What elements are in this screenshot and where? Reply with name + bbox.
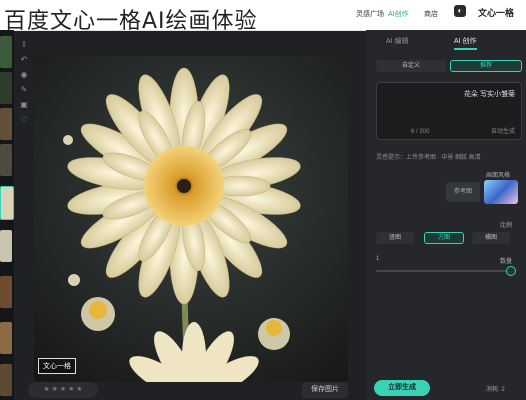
eye-icon[interactable]: ◉ <box>19 70 29 80</box>
history-thumbnail[interactable] <box>0 322 12 354</box>
credit-cost: 消耗: 2 <box>486 387 505 393</box>
count-value: 1 <box>376 256 380 262</box>
top-bar: 百度文心一格AI绘画体验 灵感广场 AI创作 商店 ◐ 文心一格 <box>0 0 526 34</box>
history-thumbnail[interactable] <box>0 72 12 104</box>
undo-icon[interactable]: ↶ <box>19 55 29 65</box>
nav-item-create[interactable]: AI创作 <box>388 9 409 19</box>
history-thumbnail-rail <box>0 30 14 400</box>
mode-switch: 推荐 自定义 <box>376 60 522 72</box>
ratio-square-button[interactable]: 方图 <box>424 232 464 244</box>
count-slider-thumb[interactable] <box>506 266 516 276</box>
history-thumbnail[interactable] <box>0 36 12 68</box>
prompt-auto-label[interactable]: 自动生成 <box>491 126 515 135</box>
edit-icon[interactable]: ✎ <box>19 85 29 95</box>
panel-tabs: AI 创作 AI 编辑 <box>376 34 520 50</box>
prompt-text: 花朵 写实小雏菊 <box>464 91 515 98</box>
brand-name: 文心一格 <box>477 8 514 18</box>
tab-ai-create[interactable]: AI 创作 <box>454 36 477 50</box>
generate-button[interactable]: 立即生成 <box>374 380 430 396</box>
canvas-toolbar: ⇪ ↶ ◉ ✎ ▣ ♡ <box>18 40 32 130</box>
caption-overlay: 百度文心一格AI绘画体验 <box>4 9 258 34</box>
reference-image-card[interactable]: 参考图 <box>446 182 480 202</box>
ratio-label: 比例 <box>500 223 513 229</box>
history-thumbnail[interactable] <box>0 364 12 396</box>
nav-item-shop[interactable]: 商店 <box>424 9 438 19</box>
delete-icon[interactable]: ▣ <box>19 100 29 110</box>
ratio-portrait-button[interactable]: 竖图 <box>376 232 414 244</box>
history-thumbnail[interactable] <box>0 276 12 308</box>
prompt-input[interactable]: 花朵 写实小雏菊 6 / 200 自动生成 <box>376 82 522 140</box>
style-label: 画面风格 <box>486 173 511 179</box>
history-thumbnail[interactable] <box>0 108 12 140</box>
style-thumbnail[interactable] <box>484 180 518 204</box>
history-thumbnail-selected[interactable] <box>0 186 14 220</box>
watermark-label: 文心一格 <box>38 358 76 374</box>
prompt-hint: 灵感提示：上传参考图 · 中景 细腻 高清 <box>376 155 481 161</box>
generated-artwork-image[interactable]: 文心一格 <box>34 56 348 382</box>
flower-illustration <box>63 67 301 382</box>
count-label: 数量 <box>500 259 513 265</box>
favorite-icon[interactable]: ♡ <box>19 115 29 125</box>
history-thumbnail[interactable] <box>0 144 12 176</box>
prompt-counter: 6 / 200 <box>411 129 430 135</box>
rating-stars[interactable]: ★ ★ ★ ★ ★ <box>28 382 98 398</box>
history-thumbnail[interactable] <box>0 230 12 262</box>
count-slider-track[interactable] <box>376 270 510 272</box>
settings-panel: AI 创作 AI 编辑 推荐 自定义 花朵 写实小雏菊 6 / 200 自动生成… <box>366 30 526 400</box>
upload-icon[interactable]: ⇪ <box>19 40 29 50</box>
ratio-landscape-button[interactable]: 横图 <box>472 232 510 244</box>
mode-custom-button[interactable]: 自定义 <box>376 60 446 72</box>
mode-recommend-button[interactable]: 推荐 <box>450 60 522 72</box>
brand-logo-icon: ◐ <box>454 5 466 17</box>
canvas-area: 文心一格 <box>34 52 350 382</box>
nav-item-gallery[interactable]: 灵感广场 <box>356 9 384 19</box>
save-image-button[interactable]: 保存图片 <box>302 382 348 398</box>
tab-ai-edit[interactable]: AI 编辑 <box>386 36 409 46</box>
